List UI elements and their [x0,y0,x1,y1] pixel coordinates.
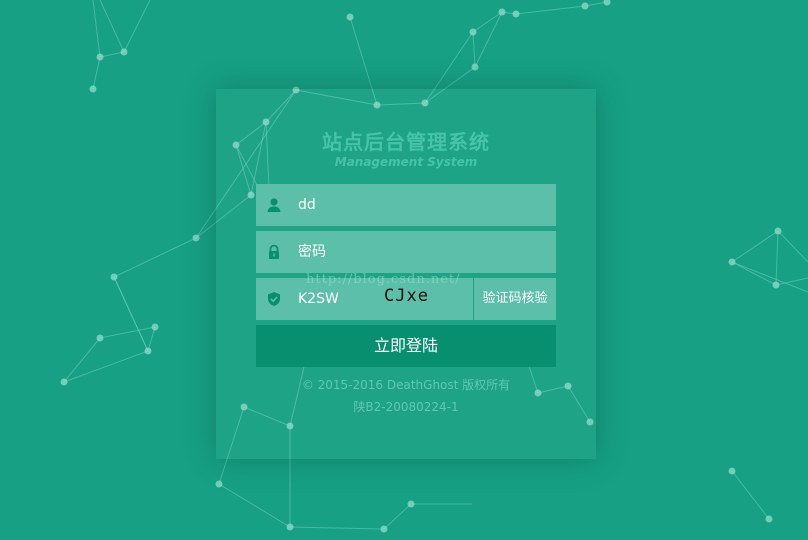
username-value: dd [298,197,316,213]
captcha-input-value: K2SW [298,291,339,307]
username-field[interactable]: dd [256,184,556,226]
login-button[interactable]: 立即登陆 [256,325,556,367]
verify-captcha-button[interactable]: 验证码核验 [474,278,556,320]
user-icon [267,198,281,212]
page-subtitle: Management System [334,155,478,169]
password-placeholder: 密码 [298,244,326,260]
icp-license-text: 陕B2-20080224-1 [353,400,459,414]
captcha-image[interactable]: CJxe [384,286,429,306]
page-title: 站点后台管理系统 [322,130,490,154]
captcha-field[interactable]: K2SW CJxe [256,278,473,320]
password-field[interactable]: 密码 [256,231,556,273]
lock-icon [269,244,279,259]
copyright-text: © 2015-2016 DeathGhost 版权所有 [301,378,511,392]
shield-check-icon [268,292,280,306]
